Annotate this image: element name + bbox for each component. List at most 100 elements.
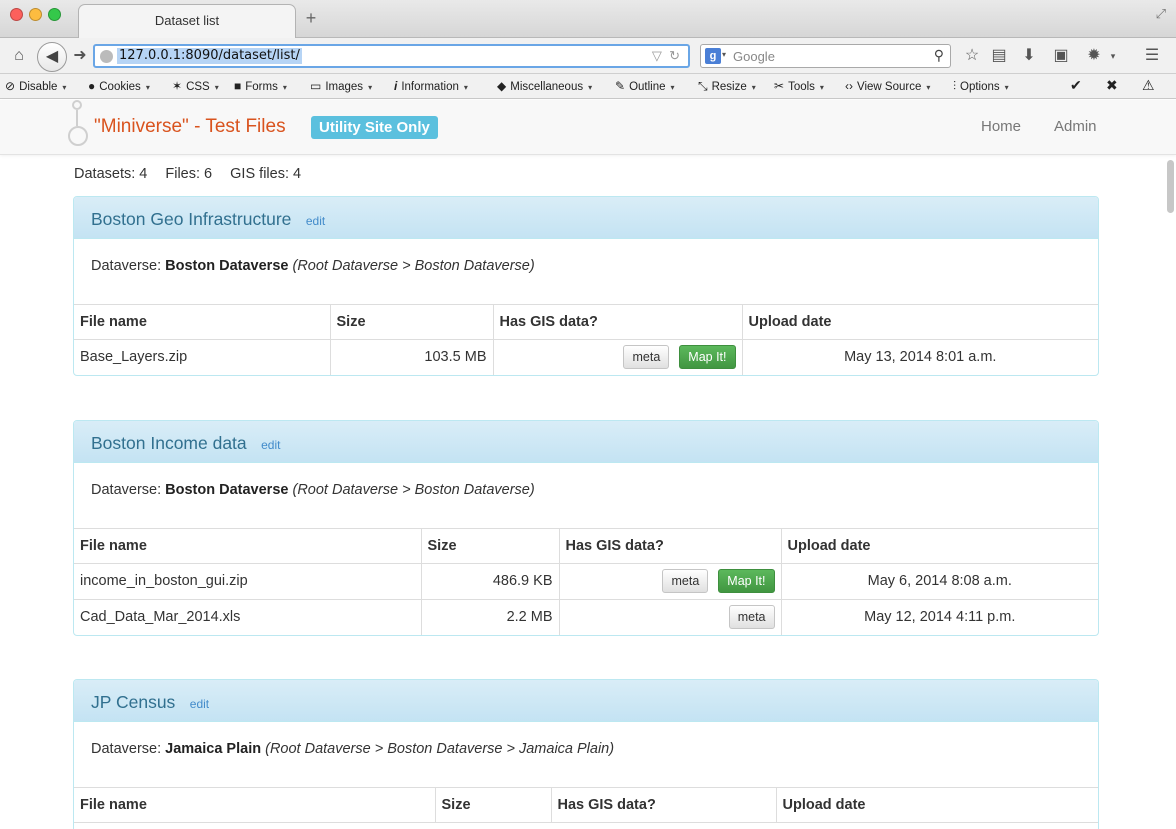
caret-icon: ▾ — [145, 83, 150, 92]
table-header-row: File name Size Has GIS data? Upload date — [74, 529, 1098, 564]
meta-button[interactable]: meta — [728, 605, 775, 630]
disable-icon: ⊘ — [5, 79, 16, 93]
screenshot-icon[interactable]: ▣ — [1052, 46, 1070, 66]
devbar-outline[interactable]: ✎ Outline ▾ — [615, 79, 675, 93]
dataset-heading: JP Census edit — [74, 680, 1098, 722]
close-window-button[interactable] — [10, 8, 23, 21]
table-row: Cad_Data_Mar_2014.xls 2.2 MB meta May 12… — [74, 598, 1098, 635]
site-brand-link[interactable]: "Miniverse" - Test Files — [94, 116, 286, 138]
caret-icon: ▾ — [368, 83, 373, 92]
dataverse-name: Jamaica Plain — [165, 741, 262, 757]
meta-button[interactable]: meta — [662, 569, 709, 593]
devbar-images[interactable]: ▭ Images ▾ — [310, 79, 372, 93]
map-it-button[interactable]: Map It! — [718, 569, 775, 593]
utility-site-badge: Utility Site Only — [311, 116, 438, 139]
dataverse-label: Dataverse: — [91, 482, 166, 498]
addon-dropdown-icon[interactable]: ▾ — [1108, 46, 1118, 66]
file-size: 103.5 MB — [330, 338, 494, 375]
devbar-resize[interactable]: ⤡ Resize ▾ — [698, 79, 756, 94]
devbar-label: Miscellaneous — [510, 81, 584, 93]
page-scrollbar[interactable] — [1167, 160, 1174, 213]
devbar-label: View Source — [857, 81, 922, 93]
devbar-label: Tools — [788, 81, 815, 93]
devbar-label: Forms — [245, 81, 278, 93]
dataverse-label: Dataverse: — [91, 258, 166, 274]
devbar-disable[interactable]: ⊘ Disable ▾ — [5, 79, 66, 93]
edit-dataset-link[interactable]: edit — [306, 214, 325, 228]
dataverse-info: Dataverse: Boston Dataverse (Root Datave… — [74, 463, 1098, 529]
edit-dataset-link[interactable]: edit — [261, 438, 280, 452]
checkmark-icon[interactable]: ✔ — [1070, 77, 1082, 94]
file-name: Cad_Data_Mar_2014.xls — [74, 598, 422, 635]
file-size: 2.2 MB — [421, 598, 560, 635]
devbar-label: CSS — [186, 81, 210, 93]
google-engine-icon[interactable]: g — [705, 48, 721, 64]
url-text[interactable]: 127.0.0.1:8090/dataset/list/ — [117, 48, 302, 64]
new-tab-button[interactable]: + — [302, 9, 320, 27]
nav-admin-link[interactable]: Admin — [1054, 118, 1097, 135]
devbar-label: Information — [401, 81, 459, 93]
dataverse-path: (Root Dataverse > Boston Dataverse > Jam… — [265, 741, 615, 757]
zoom-window-button[interactable] — [48, 8, 61, 21]
column-header-upload-date: Upload date — [781, 529, 1098, 564]
devbar-miscellaneous[interactable]: ◆ Miscellaneous ▾ — [497, 79, 592, 93]
column-header-size: Size — [421, 529, 560, 564]
browser-tab[interactable]: Dataset list — [78, 4, 296, 39]
search-box[interactable]: g ▾ Google ⚲ — [700, 44, 951, 68]
dataverse-info: Dataverse: Boston Dataverse (Root Datave… — [74, 239, 1098, 305]
gis-actions: meta Map It! — [559, 562, 782, 599]
dataset-title-link[interactable]: Boston Income data — [91, 433, 247, 453]
site-identity-icon[interactable] — [100, 50, 113, 63]
url-dropdown-icon[interactable]: ▽ — [652, 48, 662, 63]
dataset-title-link[interactable]: JP Census — [91, 692, 175, 712]
devbar-cookies[interactable]: ● Cookies ▾ — [88, 79, 150, 93]
search-placeholder: Google — [733, 49, 775, 64]
information-icon: i — [394, 79, 398, 93]
home-icon[interactable]: ⌂ — [10, 46, 28, 66]
upload-date: May 13, 2014 8:01 a.m. — [742, 338, 1098, 375]
devbar-css[interactable]: ✶ CSS ▾ — [172, 79, 219, 93]
devbar-tools[interactable]: ✂ Tools ▾ — [774, 79, 824, 93]
map-it-button[interactable]: Map It! — [679, 345, 736, 370]
column-header-gis: Has GIS data? — [493, 305, 743, 340]
column-header-gis: Has GIS data? — [551, 788, 777, 823]
cookies-icon: ● — [88, 79, 96, 93]
back-button[interactable]: ◀ — [37, 42, 67, 72]
web-developer-toolbar: ⊘ Disable ▾ ● Cookies ▾ ✶ CSS ▾ ■ Forms ▾ ▭ Image… — [0, 74, 1176, 99]
menu-icon[interactable]: ☰ — [1143, 46, 1161, 66]
dataset-title-link[interactable]: Boston Geo Infrastructure — [91, 209, 291, 229]
forward-icon[interactable]: ➜ — [72, 46, 88, 66]
download-icon[interactable]: ⬇ — [1020, 46, 1038, 66]
column-header-file-name: File name — [74, 305, 331, 340]
devbar-options[interactable]: ⫶ Options ▾ — [953, 79, 1009, 94]
addon-bug-icon[interactable]: ✹ — [1085, 46, 1103, 66]
caret-icon: ▾ — [1004, 83, 1009, 92]
close-toolbar-icon[interactable]: ✖ — [1106, 77, 1118, 94]
file-size: 486.9 KB — [421, 562, 560, 599]
fullscreen-icon[interactable]: ⤢ — [1156, 6, 1166, 22]
column-header-size: Size — [435, 788, 552, 823]
column-header-file-name: File name — [74, 788, 436, 823]
devbar-label: Outline — [629, 81, 666, 93]
outline-icon: ✎ — [615, 79, 626, 93]
devbar-forms[interactable]: ■ Forms ▾ — [234, 79, 287, 93]
engine-dropdown-icon[interactable]: ▾ — [722, 50, 726, 59]
site-logo-icon[interactable] — [68, 100, 88, 152]
bookmarks-list-icon[interactable]: ▤ — [990, 46, 1008, 66]
search-icon[interactable]: ⚲ — [934, 47, 944, 64]
devbar-label: Options — [960, 81, 1000, 93]
warning-icon[interactable]: ⚠ — [1142, 77, 1155, 94]
edit-dataset-link[interactable]: edit — [190, 697, 209, 711]
devbar-view-source[interactable]: ‹› View Source ▾ — [845, 79, 930, 93]
caret-icon: ▾ — [463, 83, 468, 92]
meta-button[interactable]: meta — [623, 345, 670, 370]
files-table: File name Size Has GIS data? Upload date — [74, 788, 1098, 823]
reload-icon[interactable]: ↻ — [669, 48, 680, 63]
nav-home-link[interactable]: Home — [981, 118, 1021, 135]
site-header: "Miniverse" - Test Files Utility Site On… — [0, 100, 1176, 155]
forms-icon: ■ — [234, 79, 242, 93]
devbar-information[interactable]: i Information ▾ — [394, 79, 468, 93]
bookmark-star-icon[interactable]: ☆ — [963, 46, 981, 66]
minimize-window-button[interactable] — [29, 8, 42, 21]
url-bar[interactable]: 127.0.0.1:8090/dataset/list/ ▽ ↻ — [93, 44, 690, 68]
